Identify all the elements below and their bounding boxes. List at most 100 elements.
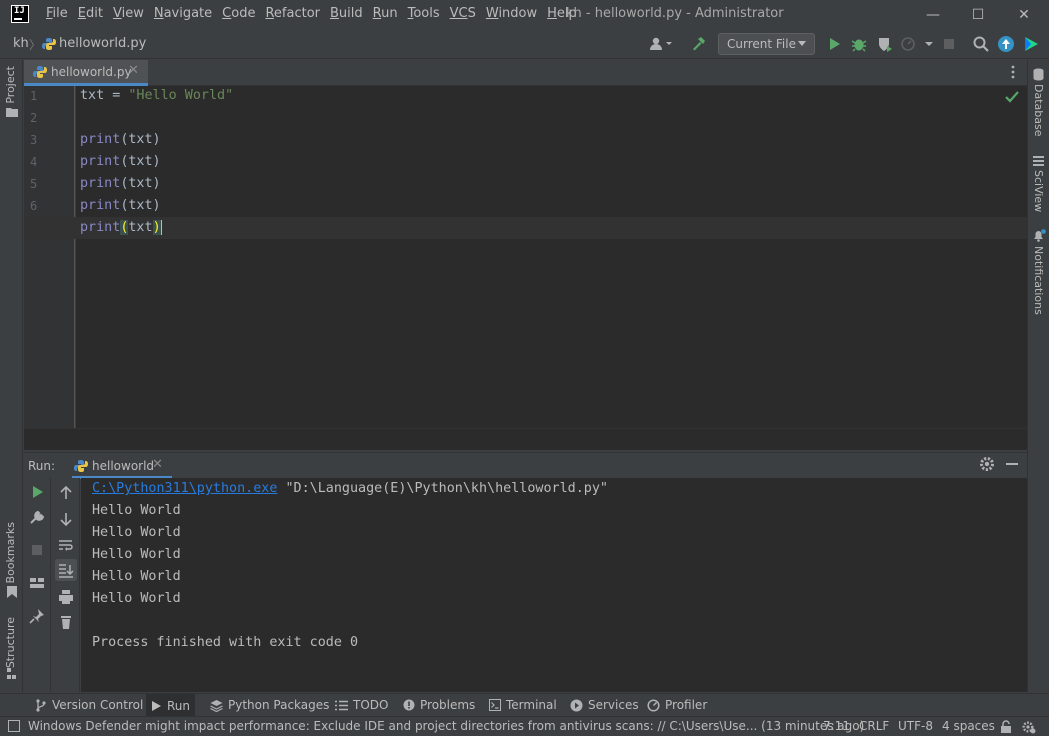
menu-code[interactable]: Code [222,6,255,21]
stop-icon[interactable] [940,35,958,53]
console-command-line: C:\Python311\python.exe "D:\Language(E)\… [92,481,608,496]
run-tab-helloworld[interactable]: helloworld ✕ [72,453,172,479]
tool-tab-sciview[interactable]: SciView [1032,170,1045,212]
code-line[interactable]: txt = "Hello World" [80,88,233,103]
menu-edit[interactable]: Edit [78,6,103,21]
tool-tab-profiler[interactable]: Profiler [647,698,707,712]
soft-wrap-icon[interactable] [58,537,74,553]
tool-tab-version-control[interactable]: Version Control [35,698,143,712]
indentation[interactable]: 4 spaces [942,719,995,733]
menu-refactor[interactable]: Refactor [265,6,320,21]
tool-tab-structure-label: Structure [4,617,17,669]
terminal-icon [489,699,501,711]
line-separator[interactable]: CRLF [859,719,889,733]
close-tab-icon[interactable]: ✕ [128,63,139,78]
code-line[interactable]: print(txt) [80,132,161,147]
run-tab-label: helloworld [92,459,155,473]
python-file-icon [33,66,47,78]
tool-tab-todo[interactable]: TODO [335,698,388,712]
user-icon[interactable] [648,36,674,52]
run-console[interactable]: C:\Python311\python.exe "D:\Language(E)\… [81,478,1027,692]
run-icon[interactable] [825,35,843,53]
menu-file[interactable]: File [46,6,68,21]
menu-tools[interactable]: Tools [408,6,440,21]
menu-build[interactable]: Build [330,6,363,21]
menu-window[interactable]: Window [486,6,537,21]
tool-tab-bookmarks[interactable]: Bookmarks [4,522,17,583]
update-icon[interactable] [997,35,1015,53]
print-icon[interactable] [58,589,74,605]
trash-icon[interactable] [58,614,74,630]
tool-tab-todo-label: TODO [353,698,389,712]
menu-run[interactable]: Run [373,6,398,21]
profile-icon[interactable] [900,35,918,53]
caret-position[interactable]: 7:11 [823,719,850,733]
code-line[interactable]: print(txt) [80,176,161,191]
bookmark-icon [7,586,17,598]
breadcrumb-separator: 〉 [29,38,42,52]
minimize-button[interactable]: — [910,0,956,30]
close-window-button[interactable]: ✕ [1001,0,1047,30]
toggle-tool-windows-icon[interactable] [8,720,20,732]
breadcrumb-project[interactable]: kh [13,36,29,51]
right-tool-strip: Database SciView Notifications [1027,60,1049,692]
pin-icon[interactable] [29,608,45,624]
layout-icon[interactable] [29,575,45,591]
code-line[interactable]: print(txt) [80,154,161,169]
breadcrumb-file[interactable]: helloworld.py [59,36,146,51]
gear-icon[interactable] [979,456,995,472]
code-line[interactable]: print(txt) [80,198,161,213]
tool-tab-services[interactable]: Services [570,698,639,712]
python-file-icon [42,38,56,50]
tool-tab-structure[interactable]: Structure [4,617,17,668]
line-number: 5 [30,177,38,191]
tool-tab-run[interactable]: Run [146,694,196,717]
minimize-panel-icon[interactable] [1006,463,1018,465]
maximize-button[interactable]: ☐ [955,0,1001,30]
menu-view[interactable]: View [113,6,144,21]
run-configuration-dropdown[interactable]: Current File [718,33,815,55]
settings-gear-icon[interactable] [1022,720,1036,734]
rerun-icon[interactable] [29,484,45,500]
debug-bug-icon[interactable] [850,35,868,53]
menu-bar: File Edit View Navigate Code Refactor Bu… [46,6,587,21]
scroll-to-end-icon[interactable] [58,562,74,578]
inspection-ok-check-icon[interactable] [1005,91,1019,103]
arrow-up-icon[interactable] [58,485,74,501]
tool-tab-terminal[interactable]: Terminal [489,698,557,712]
wrench-icon[interactable] [29,510,45,526]
stop-icon[interactable] [29,542,45,558]
code-line-current[interactable]: print(txt) [80,220,162,235]
structure-icon [7,668,16,679]
arrow-down-icon[interactable] [58,511,74,527]
editor-tab-bar: helloworld.py ✕ [24,60,1027,86]
python-file-icon [74,460,88,472]
status-message[interactable]: Windows Defender might impact performanc… [28,719,864,733]
build-hammer-icon[interactable] [690,36,706,52]
tool-tab-python-packages[interactable]: Python Packages [210,698,329,712]
jetbrains-toolbox-icon[interactable] [1022,35,1040,53]
menu-vcs[interactable]: VCS [450,6,476,21]
close-tab-icon[interactable]: ✕ [152,457,163,472]
tool-tab-database[interactable]: Database [1032,84,1045,137]
tool-tab-problems[interactable]: Problems [403,698,475,712]
editor-tab-helloworld[interactable]: helloworld.py ✕ [24,60,148,86]
file-encoding[interactable]: UTF-8 [898,719,933,733]
line-number: 6 [30,199,38,213]
tool-tab-profiler-label: Profiler [665,698,708,712]
tool-tab-project[interactable]: Project [4,66,17,104]
unlock-icon[interactable] [1000,720,1012,733]
code-editor[interactable]: txt = "Hello World" print(txt) print(txt… [76,86,1027,428]
coverage-shield-icon[interactable] [876,35,894,53]
run-title: Run: [28,459,56,473]
more-run-options-icon[interactable] [922,35,940,53]
search-icon[interactable] [972,35,990,53]
status-bar: Windows Defender might impact performanc… [0,716,1049,736]
editor-tab-label: helloworld.py [51,65,132,79]
line-number: 3 [30,133,38,147]
menu-navigate[interactable]: Navigate [154,6,212,21]
tool-tab-notifications[interactable]: Notifications [1032,246,1045,315]
more-vertical-icon[interactable] [1009,65,1017,79]
run-tool-window-header: Run: helloworld ✕ [24,452,1027,479]
python-exe-link[interactable]: C:\Python311\python.exe [92,481,277,496]
